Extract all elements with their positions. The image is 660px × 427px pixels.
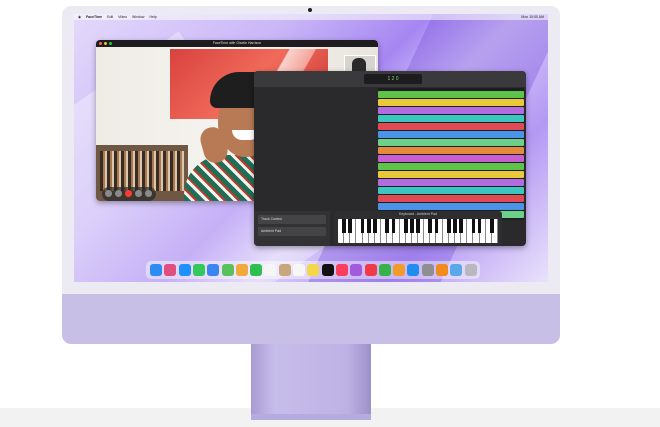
facetime-titlebar[interactable]: FaceTime with Giselle Harrison [96,40,378,47]
track-area[interactable] [378,88,524,220]
messages-icon[interactable] [192,264,205,276]
piano-black-key[interactable] [459,219,463,233]
piano-black-key[interactable] [446,219,451,233]
musical-typing-keyboard: Keyboard - Ambient Pad [334,211,502,245]
keyboard-title: Keyboard - Ambient Pad [399,212,437,216]
menu-item-window[interactable]: Window [132,15,144,19]
track-region[interactable] [378,155,524,162]
launchpad-icon[interactable] [164,264,177,276]
safari-icon[interactable] [178,264,191,276]
piano-black-key[interactable] [453,219,457,233]
menu-bar-status: Mon 10:00 AM [521,15,544,19]
appstore-icon[interactable] [407,264,420,276]
track-region[interactable] [378,139,524,146]
call-controls [102,187,156,201]
maps-icon[interactable] [221,264,234,276]
imac-stand-base [251,414,371,420]
fullscreen-icon[interactable] [145,190,152,197]
track-headers: Track Control Ambient Pad [254,211,330,246]
lcd-display[interactable]: 1 2 0 [364,74,422,84]
calendar-icon[interactable] [264,264,277,276]
mail-icon[interactable] [207,264,220,276]
pages-icon[interactable] [393,264,406,276]
sidebar-icon[interactable] [105,190,112,197]
piano-black-key[interactable] [410,219,414,233]
notes-icon[interactable] [307,264,320,276]
piano-black-key[interactable] [416,219,420,233]
track-region[interactable] [378,123,524,130]
piano-black-key[interactable] [403,219,408,233]
piano-black-key[interactable] [490,219,494,233]
piano-black-key[interactable] [434,219,439,233]
facetime-window-title: FaceTime with Giselle Harrison [212,41,262,45]
piano-black-key[interactable] [471,219,476,233]
finder-icon[interactable] [150,264,162,276]
camera-icon [308,8,312,12]
zoom-button[interactable] [109,42,112,45]
vinyl-records [100,151,184,191]
track-region[interactable] [378,99,524,106]
track-region[interactable] [378,203,524,210]
track-region[interactable] [378,179,524,186]
piano-black-key[interactable] [366,219,371,233]
menu-app-name[interactable]: FaceTime [86,15,102,19]
track-region[interactable] [378,187,524,194]
track-header[interactable]: Ambient Pad [258,227,326,236]
garageband-icon[interactable] [436,264,448,276]
piano-black-key[interactable] [428,219,433,233]
imac-stand [251,344,371,418]
menu-item-edit[interactable]: Edit [107,15,113,19]
piano-black-key[interactable] [391,219,396,233]
piano-black-key[interactable] [360,219,365,233]
track-region[interactable] [378,163,524,170]
news-icon[interactable] [364,264,377,276]
piano-black-key[interactable] [348,219,353,233]
settings-icon[interactable] [421,264,434,276]
appletv-icon[interactable] [321,264,334,276]
garageband-toolbar: 1 2 0 [254,71,526,87]
piano-keyboard[interactable] [338,219,498,243]
piano-black-key[interactable] [373,219,377,233]
photos-icon[interactable] [235,264,248,276]
track-region[interactable] [378,195,524,202]
piano-black-key[interactable] [342,219,346,233]
track-region[interactable] [378,131,524,138]
numbers-icon[interactable] [378,264,391,276]
garageband-window[interactable]: 1 2 0 Track Control Ambient Pad Keyboard… [254,71,526,246]
close-button[interactable] [99,42,102,45]
imac-chin [62,294,560,344]
menu-item-video[interactable]: Video [118,15,127,19]
track-region[interactable] [378,115,524,122]
reminders-icon[interactable] [293,264,305,276]
track-header[interactable]: Track Control [258,215,326,224]
camera-icon[interactable] [135,190,142,197]
music-icon[interactable] [335,264,348,276]
apple-icon[interactable]: ◉ [78,15,81,19]
menu-item-help[interactable]: Help [149,15,156,19]
contacts-icon[interactable] [278,264,291,276]
piano-black-key[interactable] [477,219,482,233]
track-region[interactable] [378,91,524,98]
mute-icon[interactable] [115,190,122,197]
imac-screen: ◉ FaceTime Edit Video Window Help Mon 10… [74,14,548,282]
end-call-icon[interactable] [125,190,132,197]
podcasts-icon[interactable] [350,264,363,276]
menu-bar: ◉ FaceTime Edit Video Window Help Mon 10… [74,14,548,20]
facetime-icon[interactable] [250,264,263,276]
minimize-button[interactable] [104,42,107,45]
dock [146,261,480,279]
track-region[interactable] [378,171,524,178]
track-region[interactable] [378,107,524,114]
piano-black-key[interactable] [385,219,390,233]
folder-icon[interactable] [450,264,463,276]
track-region[interactable] [378,147,524,154]
trash-icon[interactable] [464,264,477,276]
